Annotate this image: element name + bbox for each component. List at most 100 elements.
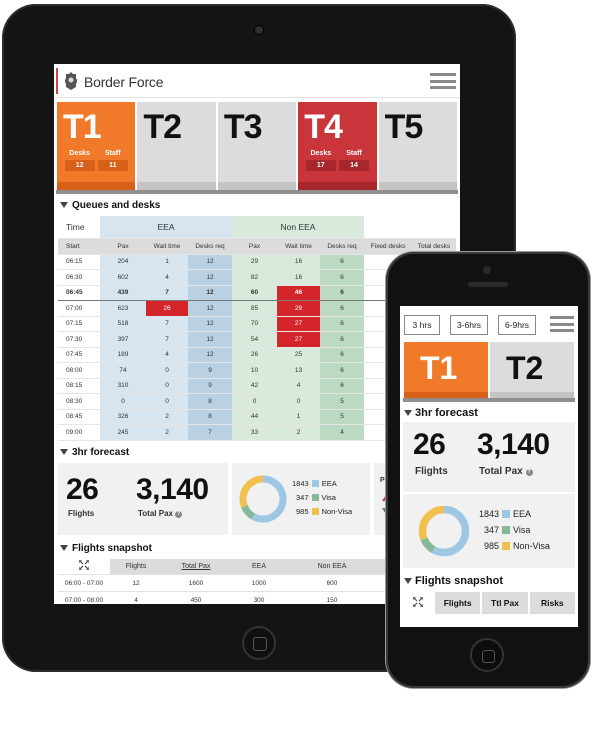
table-cell: 12	[188, 254, 232, 270]
home-button[interactable]	[470, 638, 504, 672]
tab-flights[interactable]: Flights	[435, 592, 481, 614]
table-cell: 06:45	[58, 284, 100, 301]
table-cell: 5	[320, 393, 364, 410]
terminal-name: T3	[223, 108, 263, 146]
eea-header: EEA	[100, 216, 232, 239]
flights-count: 26	[413, 428, 446, 461]
forecast-totals: 26 Flights 3,140 Total Pax ?	[403, 422, 575, 492]
triangle-down-icon	[60, 544, 68, 551]
triangle-down-icon	[60, 202, 68, 208]
terminal-name: T4	[304, 108, 343, 146]
home-button[interactable]	[242, 626, 276, 660]
table-cell: 6	[320, 300, 364, 317]
forecast-breakdown: 1843 EEA 347 Visa 985 Non-Visa	[232, 462, 370, 535]
table-cell: 7	[146, 316, 188, 332]
pax-count: 3,140	[477, 428, 550, 461]
range-3hrs-button[interactable]: 3 hrs	[404, 315, 440, 335]
table-cell: 623	[100, 300, 146, 317]
info-icon[interactable]: ?	[525, 469, 533, 476]
column-header: EEA	[230, 558, 288, 575]
column-header: Pax	[232, 238, 277, 255]
expand-icon[interactable]	[58, 558, 110, 575]
table-cell: 9	[188, 378, 232, 394]
app-header: Border Force	[54, 64, 460, 98]
speaker-grille	[468, 282, 508, 287]
terminal-tile-t2[interactable]: T2	[490, 342, 574, 398]
range-selector: 3 hrs 3-6hrs 6-9hrs	[400, 306, 578, 342]
column-header[interactable]: Total Pax	[162, 558, 230, 575]
phone-device: 3 hrs 3-6hrs 6-9hrs T1 T2 3hr forecast 2…	[386, 252, 590, 688]
desks-label: Desks	[69, 150, 90, 157]
crest-icon	[65, 72, 77, 90]
table-cell: 150	[288, 591, 376, 604]
snapshot-tabs: Flights Ttl Pax Risks	[403, 592, 575, 614]
range-3-6hrs-button[interactable]: 3-6hrs	[450, 315, 488, 335]
triangle-down-icon	[404, 410, 412, 416]
table-cell: 08:30	[58, 393, 100, 410]
range-6-9hrs-button[interactable]: 6-9hrs	[498, 315, 536, 335]
info-icon[interactable]: ?	[175, 510, 183, 518]
table-cell: 33	[232, 424, 277, 441]
terminal-name: T5	[384, 108, 424, 146]
table-cell: 44	[232, 409, 277, 425]
queues-section-toggle[interactable]: Queues and desks	[54, 194, 460, 216]
donut-legend: 1843 EEA 347 Visa 985 Non-Visa	[292, 477, 352, 519]
table-cell: 12	[188, 331, 232, 348]
terminal-tile-t1[interactable]: T1	[404, 342, 488, 398]
snapshot-section-toggle[interactable]: Flights snapshot	[400, 570, 578, 590]
table-cell: 518	[100, 316, 146, 332]
table-cell: 7	[188, 424, 232, 441]
table-cell: 60	[232, 284, 277, 301]
table-cell: 9	[188, 362, 232, 379]
triangle-down-icon	[404, 578, 412, 584]
table-cell: 27	[277, 331, 320, 348]
menu-icon[interactable]	[430, 73, 456, 89]
pax-donut-chart	[418, 505, 470, 557]
table-cell: 12	[110, 574, 162, 592]
menu-icon[interactable]	[550, 316, 574, 332]
eea-count: 1843	[292, 478, 309, 488]
table-cell: 07:00	[58, 300, 100, 317]
forecast-totals: 26 Flights 3,140 Total Pax ?	[58, 462, 228, 535]
table-cell: 85	[232, 300, 277, 317]
table-cell: 6	[320, 347, 364, 363]
table-cell: 7	[146, 331, 188, 348]
table-cell: 4	[277, 378, 320, 394]
table-cell: 82	[232, 269, 277, 286]
terminal-tile-t3[interactable]: T3	[217, 102, 297, 190]
forecast-section-toggle[interactable]: 3hr forecast	[400, 402, 578, 422]
table-cell: 09:00	[58, 424, 100, 441]
donut-legend: 1843 EEA 347 Visa 985 Non-Visa	[479, 506, 550, 554]
table-cell: 12	[188, 269, 232, 286]
table-cell: 6	[320, 378, 364, 394]
table-cell: 450	[162, 591, 230, 604]
table-cell: 0	[146, 362, 188, 379]
visa-legend-label: Visa	[321, 492, 336, 502]
nonvisa-legend-label: Non-Visa	[321, 506, 353, 516]
table-cell: 27	[277, 316, 320, 332]
terminal-tile-t2[interactable]: T2	[137, 102, 216, 190]
table-cell: 5	[320, 409, 364, 425]
visa-count: 347	[484, 525, 500, 535]
table-cell: 1600	[162, 574, 230, 592]
nonvisa-count: 985	[484, 541, 500, 551]
expand-icon[interactable]	[403, 592, 433, 614]
table-cell: 12	[188, 300, 232, 317]
terminal-tile-t1[interactable]: T1 Desks 12 Staff 11	[57, 102, 136, 190]
terminal-tile-t4[interactable]: T4 Desks 17 Staff 14	[298, 102, 377, 190]
staff-label: Staff	[105, 150, 121, 157]
table-cell: 245	[100, 424, 146, 441]
terminal-name: T1	[63, 108, 102, 146]
column-header: Desks req	[320, 238, 364, 255]
terminal-name: T2	[506, 350, 544, 386]
table-cell: 06:15	[58, 254, 100, 270]
staff-value: 14	[339, 160, 370, 171]
tab-risks[interactable]: Risks	[529, 592, 575, 614]
table-cell: 0	[232, 393, 277, 410]
tab-total-pax[interactable]: Ttl Pax	[482, 592, 528, 614]
terminal-tile-t5[interactable]: T5	[378, 102, 458, 190]
visa-count: 347	[296, 492, 309, 502]
section-title: 3hr forecast	[415, 407, 478, 419]
column-header: Desks req	[188, 238, 232, 255]
table-cell: 602	[100, 269, 146, 286]
